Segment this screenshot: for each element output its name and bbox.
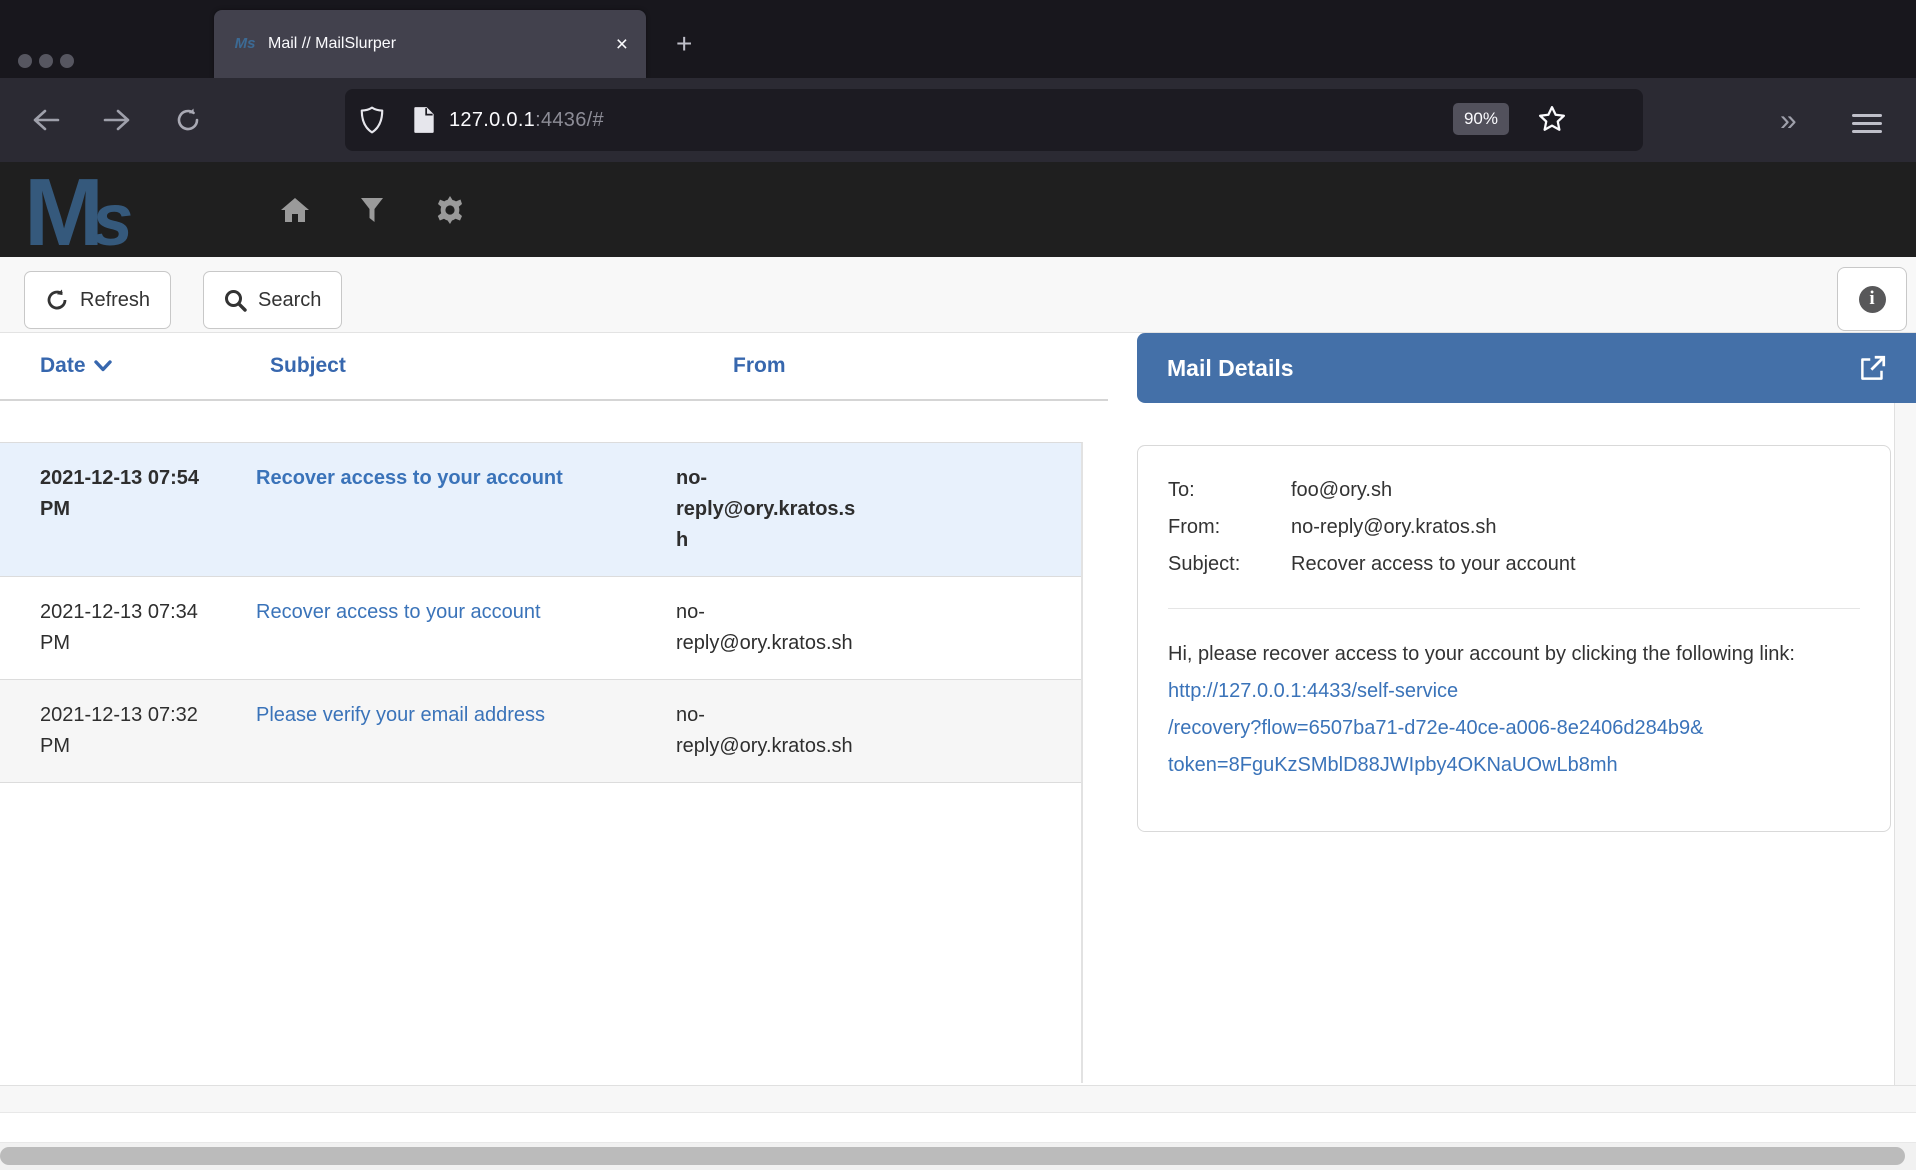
mail-row[interactable]: 2021-12-13 07:54 PMRecover access to you… (0, 443, 1081, 577)
detail-divider (1168, 608, 1860, 609)
mail-row-subject-link[interactable]: Recover access to your account (256, 467, 563, 489)
mail-row-date: 2021-12-13 07:32 PM (0, 700, 256, 762)
mail-row-from: no-reply@ory.kratos.sh (660, 700, 880, 762)
zoom-level-badge[interactable]: 90% (1453, 103, 1509, 135)
home-icon[interactable] (280, 162, 310, 257)
mail-rows-container: 2021-12-13 07:54 PMRecover access to you… (0, 442, 1083, 1083)
window-controls[interactable] (18, 54, 74, 68)
tab-close-icon[interactable]: × (616, 34, 628, 55)
mail-details-title: Mail Details (1167, 355, 1859, 382)
toolbar-overflow-icon[interactable]: » (1780, 104, 1795, 138)
mail-detail-card: To:foo@ory.sh From:no-reply@ory.kratos.s… (1137, 445, 1891, 832)
settings-gear-icon[interactable] (436, 162, 464, 257)
browser-navbar: 127.0.0.1:4436/# 90% » (0, 78, 1916, 162)
footer-strip (0, 1085, 1916, 1113)
url-bar[interactable]: 127.0.0.1:4436/# 90% (345, 89, 1643, 151)
refresh-button[interactable]: Refresh (24, 271, 171, 329)
info-button[interactable]: i (1837, 267, 1907, 331)
new-tab-button[interactable]: + (676, 28, 692, 60)
sort-desc-icon (94, 360, 112, 372)
scrollbar-thumb[interactable] (0, 1147, 1905, 1165)
browser-tab[interactable]: Ms Mail // MailSlurper × (214, 10, 646, 78)
refresh-label: Refresh (80, 289, 150, 312)
mail-row-from: no-reply@ory.kratos.sh (660, 597, 880, 659)
tab-favicon-icon: Ms (234, 33, 256, 55)
browser-tab-strip: Ms Mail // MailSlurper × + (0, 0, 1916, 78)
app-header: Ms (0, 162, 1916, 257)
subject-value: Recover access to your account (1291, 546, 1576, 583)
from-value: no-reply@ory.kratos.sh (1291, 509, 1497, 546)
to-label: To: (1168, 472, 1291, 509)
menu-button[interactable] (1852, 109, 1882, 138)
mailslurper-logo: Ms (24, 158, 133, 268)
forward-button[interactable] (95, 78, 139, 162)
search-button[interactable]: Search (203, 271, 342, 329)
mail-row-date: 2021-12-13 07:34 PM (0, 597, 256, 659)
subject-label: Subject: (1168, 546, 1291, 583)
mail-row[interactable]: 2021-12-13 07:34 PMRecover access to you… (0, 577, 1081, 680)
list-toolbar: Refresh Search i (0, 257, 1916, 333)
column-header-date[interactable]: Date (0, 354, 256, 378)
mail-row-subject-link[interactable]: Please verify your email address (256, 704, 545, 726)
main-content: Date Subject From 2021-12-13 07:54 PMRec… (0, 333, 1916, 1085)
shield-icon[interactable] (359, 106, 385, 134)
footer-strip-2 (0, 1113, 1916, 1143)
info-icon: i (1859, 286, 1886, 313)
back-button[interactable] (24, 78, 68, 162)
bookmark-star-icon[interactable] (1537, 104, 1567, 134)
column-header-subject[interactable]: Subject (256, 354, 660, 378)
url-text: 127.0.0.1:4436/# (449, 109, 604, 132)
page-info-icon[interactable] (413, 106, 435, 134)
filter-icon[interactable] (360, 162, 384, 257)
search-label: Search (258, 289, 321, 312)
search-icon (224, 289, 247, 312)
mail-list-panel: Date Subject From 2021-12-13 07:54 PMRec… (0, 333, 1108, 1085)
mail-body-text: Hi, please recover access to your accoun… (1168, 643, 1795, 665)
horizontal-scrollbar[interactable] (0, 1143, 1916, 1170)
reload-button[interactable] (166, 78, 210, 162)
to-value: foo@ory.sh (1291, 472, 1392, 509)
open-external-icon[interactable] (1859, 355, 1886, 382)
column-header-from[interactable]: From (660, 354, 880, 378)
mail-list-header: Date Subject From (0, 333, 1108, 401)
mail-body: Hi, please recover access to your accoun… (1168, 636, 1816, 784)
mail-row[interactable]: 2021-12-13 07:32 PMPlease verify your em… (0, 680, 1081, 783)
mail-details-header: Mail Details (1137, 333, 1916, 403)
from-label: From: (1168, 509, 1291, 546)
mail-row-subject-link[interactable]: Recover access to your account (256, 601, 541, 623)
recovery-link[interactable]: http://127.0.0.1:4433/self-service/recov… (1168, 680, 1703, 776)
mail-row-date: 2021-12-13 07:54 PM (0, 463, 256, 556)
mail-row-from: no-reply@ory.kratos.sh (660, 463, 880, 556)
refresh-icon (45, 288, 69, 312)
tab-title: Mail // MailSlurper (268, 35, 616, 53)
